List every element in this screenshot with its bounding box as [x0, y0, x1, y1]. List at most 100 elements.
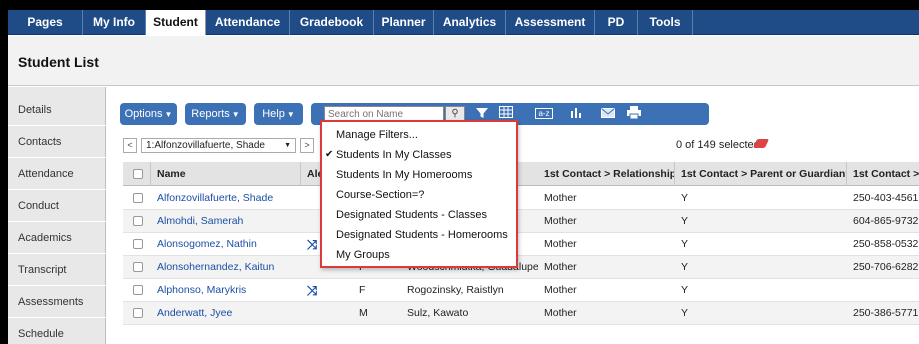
phone-cell: [847, 279, 919, 302]
menu-item-students-in-my-homerooms[interactable]: Students In My Homerooms: [322, 166, 516, 184]
relationship-cell: Mother: [544, 284, 577, 296]
contact-name-cell: Sulz, Kawato: [407, 307, 469, 319]
tab-analytics[interactable]: Analytics: [434, 10, 506, 35]
tab-my-info[interactable]: My Info: [83, 10, 146, 35]
previous-record-button[interactable]: <: [123, 138, 137, 153]
menu-item-my-groups[interactable]: My Groups: [322, 246, 516, 264]
tab-pd[interactable]: PD: [595, 10, 638, 35]
row-checkbox[interactable]: [133, 308, 143, 318]
guardian-cell: Y: [681, 261, 689, 273]
app-frame: Pages My Info Student Attendance Gradebo…: [8, 10, 919, 344]
alert-icon[interactable]: ⤨: [301, 279, 341, 302]
row-checkbox[interactable]: [133, 262, 143, 272]
sidebar-item-conduct[interactable]: Conduct: [8, 191, 106, 222]
phone-cell: 250-403-4561: [853, 192, 919, 204]
page-header: Student List: [8, 36, 919, 86]
menu-item-students-in-my-classes[interactable]: ✔ Students In My Classes: [322, 146, 516, 164]
sort-az-icon[interactable]: a-z: [533, 106, 555, 122]
contact-name-cell: Rogozinsky, Raistlyn: [407, 284, 504, 296]
row-checkbox[interactable]: [133, 216, 143, 226]
row-checkbox[interactable]: [133, 285, 143, 295]
table-row: Alphonso, Marykris ⤨ F Rogozinsky, Raist…: [123, 279, 919, 302]
relationship-cell: Mother: [544, 238, 577, 250]
select-all-cell: [123, 162, 151, 186]
menu-item-label: Manage Filters...: [336, 129, 418, 141]
menu-item-designated-homerooms[interactable]: Designated Students - Homerooms: [322, 226, 516, 244]
caret-down-icon: ▼: [286, 110, 295, 119]
table-header: Name Ale 1st Contact > Relationship 1st …: [123, 162, 919, 186]
next-record-button[interactable]: >: [300, 138, 314, 153]
chevron-down-icon: ▼: [284, 142, 291, 149]
student-name-link[interactable]: Anderwatt, Jyee: [151, 302, 301, 325]
select-all-checkbox[interactable]: [133, 169, 143, 179]
column-header-guardian[interactable]: 1st Contact > Parent or Guardian?: [675, 162, 847, 186]
column-header-relationship[interactable]: 1st Contact > Relationship: [538, 162, 675, 186]
relationship-cell: Mother: [544, 307, 577, 319]
row-checkbox[interactable]: [133, 239, 143, 249]
student-name-link[interactable]: Alphonso, Marykris: [151, 279, 301, 302]
guardian-cell: Y: [681, 307, 689, 319]
sidebar-item-transcript[interactable]: Transcript: [8, 255, 106, 286]
clear-selection-icon[interactable]: [752, 139, 770, 148]
menu-item-label: Designated Students - Homerooms: [336, 229, 508, 241]
tab-tools[interactable]: Tools: [638, 10, 693, 35]
student-name-link[interactable]: Alfonzovillafuerte, Shade: [151, 187, 301, 210]
phone-cell: 250-706-6282: [853, 261, 919, 273]
guardian-cell: Y: [681, 284, 689, 296]
table-row: Alfonzovillafuerte, Shade Mother Y 250-4…: [123, 187, 919, 210]
sidebar-item-academics[interactable]: Academics: [8, 223, 106, 254]
tab-planner[interactable]: Planner: [374, 10, 434, 35]
table-row: Anderwatt, Jyee M Sulz, Kawato Mother Y …: [123, 302, 919, 325]
sidebar-item-details[interactable]: Details: [8, 95, 106, 126]
menu-item-designated-classes[interactable]: Designated Students - Classes: [322, 206, 516, 224]
menu-item-manage-filters[interactable]: Manage Filters...: [322, 126, 516, 144]
menu-item-label: Designated Students - Classes: [336, 209, 488, 221]
selected-count: 0 of 149 selected: [676, 139, 760, 151]
phone-cell: 604-865-9732: [853, 215, 919, 227]
relationship-cell: Mother: [544, 261, 577, 273]
page-title: Student List: [18, 54, 99, 70]
caret-down-icon: ▼: [231, 110, 240, 119]
table-row: Alonsohernandez, Kaitun F Woodschmidtka,…: [123, 256, 919, 279]
reports-button[interactable]: Reports ▼: [185, 103, 246, 125]
table-row: Alonsogomez, Nathin ⤨ Mother Y 250-858-0…: [123, 233, 919, 256]
sidebar-item-contacts[interactable]: Contacts: [8, 127, 106, 158]
phone-cell: 250-858-0532: [853, 238, 919, 250]
print-icon[interactable]: [625, 106, 643, 122]
alert-icon: [301, 302, 341, 325]
tab-assessment[interactable]: Assessment: [506, 10, 595, 35]
tab-student[interactable]: Student: [146, 10, 206, 35]
relationship-cell: Mother: [544, 215, 577, 227]
mail-icon[interactable]: [599, 106, 617, 122]
menu-item-label: My Groups: [336, 249, 390, 261]
options-label: Options: [124, 108, 163, 120]
row-checkbox[interactable]: [133, 193, 143, 203]
checkmark-icon: ✔: [325, 149, 334, 160]
tab-pages[interactable]: Pages: [8, 10, 83, 35]
options-button[interactable]: Options ▼: [120, 103, 177, 125]
record-select[interactable]: 1:Alfonzovillafuerte, Shade ▼: [141, 138, 296, 153]
student-name-link[interactable]: Alonsohernandez, Kaitun: [151, 256, 301, 279]
help-button[interactable]: Help ▼: [254, 103, 303, 125]
student-name-link[interactable]: Almohdi, Samerah: [151, 210, 301, 233]
chart-icon[interactable]: [567, 106, 585, 122]
table-row: Almohdi, Samerah Mother Y 604-865-9732: [123, 210, 919, 233]
menu-item-label: Students In My Homerooms: [336, 169, 473, 181]
sidebar-item-schedule[interactable]: Schedule: [8, 319, 106, 344]
sidebar-item-assessments[interactable]: Assessments: [8, 287, 106, 318]
phone-cell: 250-386-5771: [853, 307, 919, 319]
column-header-home-phone[interactable]: 1st Contact > H: [847, 162, 919, 186]
sidebar-item-attendance[interactable]: Attendance: [8, 159, 106, 190]
tab-attendance[interactable]: Attendance: [206, 10, 290, 35]
student-name-link[interactable]: Alonsogomez, Nathin: [151, 233, 301, 256]
guardian-cell: Y: [681, 215, 689, 227]
menu-item-label: Course-Section=?: [336, 189, 425, 201]
menu-item-course-section[interactable]: Course-Section=?: [322, 186, 516, 204]
record-select-value: 1:Alfonzovillafuerte, Shade: [146, 140, 265, 151]
guardian-cell: Y: [681, 192, 689, 204]
filter-menu: Manage Filters... ✔ Students In My Classe…: [320, 120, 518, 268]
relationship-cell: Mother: [544, 192, 577, 204]
tab-gradebook[interactable]: Gradebook: [290, 10, 374, 35]
top-navigation: Pages My Info Student Attendance Gradebo…: [8, 10, 919, 35]
column-header-name[interactable]: Name: [151, 162, 301, 186]
